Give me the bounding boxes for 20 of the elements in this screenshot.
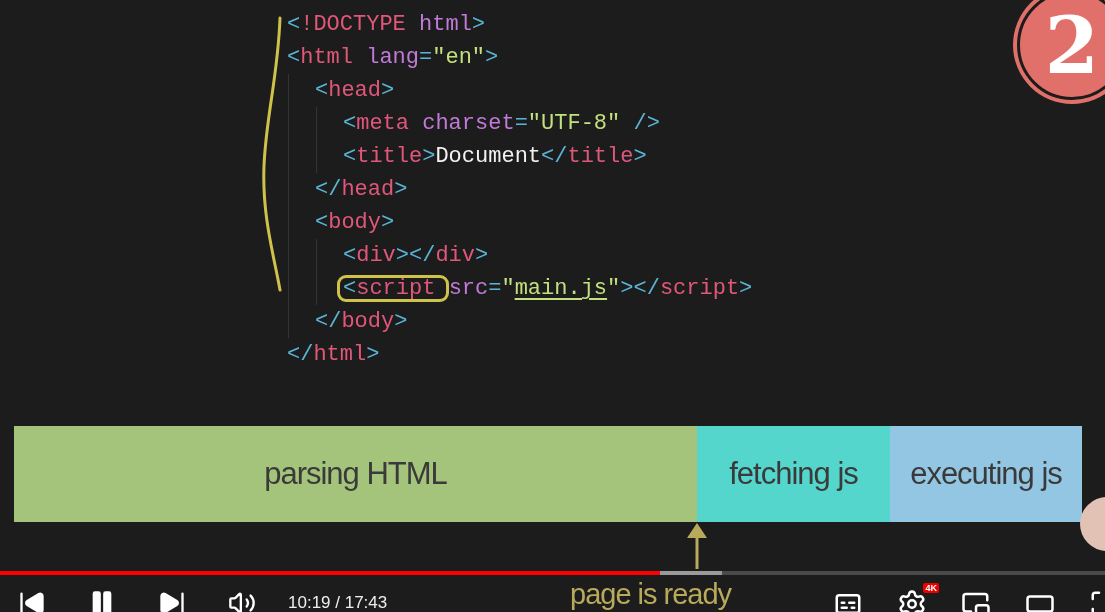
- arrow-icon: [686, 522, 708, 569]
- code-line: </html>: [287, 341, 380, 369]
- code-line: <div></div>: [343, 242, 489, 270]
- settings-button[interactable]: [897, 589, 927, 612]
- timeline-segment: parsing HTML: [14, 426, 697, 522]
- annotation-caption: page is ready: [570, 578, 732, 611]
- time-display: 10:19 / 17:43: [288, 593, 388, 612]
- code-line: <body>: [315, 209, 395, 237]
- code-line: <title>Document</title>: [343, 143, 647, 171]
- code-line: <meta charset="UTF-8" />: [343, 110, 660, 138]
- code-line: <html lang="en">: [287, 44, 499, 72]
- code-line: <head>: [315, 77, 395, 105]
- timeline-segment: fetching js: [697, 426, 890, 522]
- code-line: </head>: [315, 176, 408, 204]
- quality-badge: 4K: [923, 583, 939, 593]
- progress-bar[interactable]: [0, 571, 1105, 575]
- code-line: <!DOCTYPE html>: [287, 11, 486, 39]
- timeline-segment: executing js: [890, 426, 1082, 522]
- code-line: </body>: [315, 308, 408, 336]
- code-line: <script src="main.js"></script>: [343, 275, 753, 303]
